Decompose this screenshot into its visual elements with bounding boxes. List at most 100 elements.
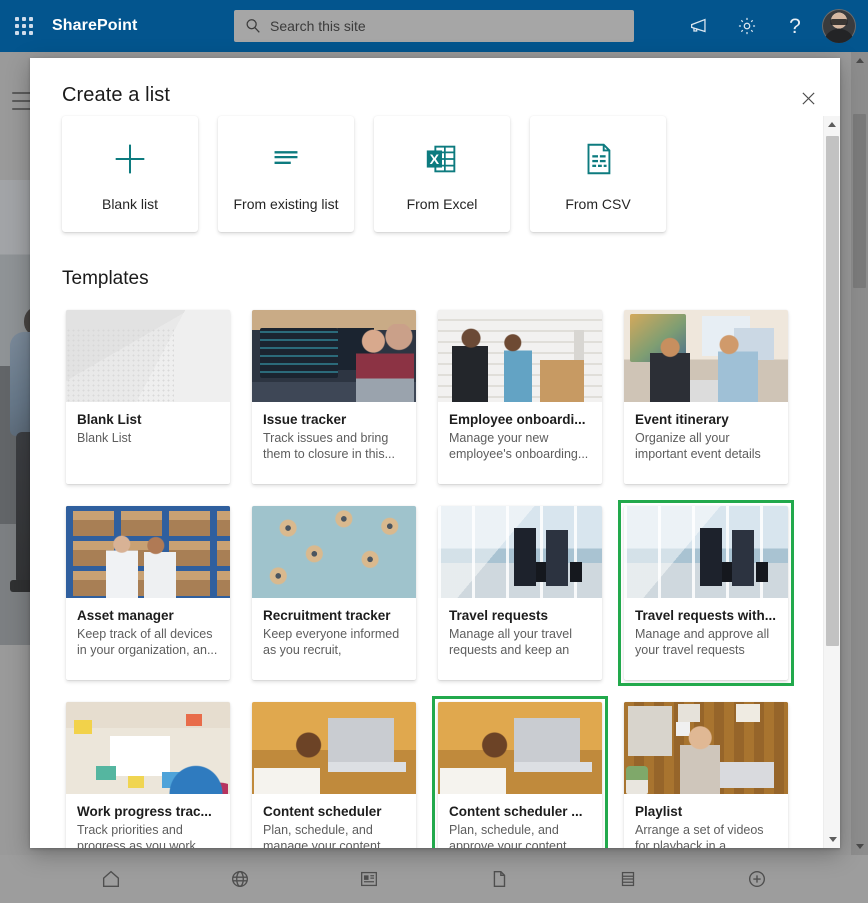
template-card[interactable]: Travel requests with... Manage and approv…	[624, 506, 788, 680]
page-scrollbar[interactable]	[851, 52, 868, 855]
template-cell[interactable]: Event itinerary Organize all your importa…	[620, 306, 792, 488]
avatar[interactable]	[822, 9, 856, 43]
help-glyph: ?	[789, 14, 801, 38]
template-cell[interactable]: Issue tracker Track issues and bring them…	[248, 306, 420, 488]
source-from-existing-list[interactable]: From existing list	[218, 116, 354, 232]
template-cell[interactable]: Employee onboardi... Manage your new empl…	[434, 306, 606, 488]
template-cell[interactable]: Content scheduler ... Plan, schedule, and…	[432, 696, 608, 848]
template-cell[interactable]: Blank List Blank List	[62, 306, 234, 488]
template-name: Content scheduler ...	[449, 804, 583, 819]
source-blank-list-label: Blank list	[101, 196, 159, 212]
megaphone-icon[interactable]	[678, 4, 720, 48]
dialog-scrollbar[interactable]	[823, 116, 840, 848]
template-thumbnail-image	[66, 702, 230, 794]
template-thumbnail-image	[624, 310, 788, 402]
template-text: Asset manager Keep track of all devices i…	[66, 598, 230, 658]
source-from-excel[interactable]: X From Excel	[374, 116, 510, 232]
template-name: Travel requests	[449, 608, 549, 623]
app-root: SharePoint Search this site ? Create a l…	[0, 0, 868, 903]
source-blank-list[interactable]: Blank list	[62, 116, 198, 232]
source-from-csv[interactable]: From CSV	[530, 116, 666, 232]
template-description: Plan, schedule, and approve your content…	[449, 823, 577, 848]
template-name: Work progress trac...	[77, 804, 212, 819]
template-thumbnail-image	[252, 506, 416, 598]
template-card[interactable]: Event itinerary Organize all your importa…	[624, 310, 788, 484]
globe-icon[interactable]	[221, 860, 259, 898]
template-card[interactable]: Issue tracker Track issues and bring them…	[252, 310, 416, 484]
templates-heading: Templates	[62, 268, 149, 289]
template-card[interactable]: Recruitment tracker Keep everyone informe…	[252, 506, 416, 680]
template-thumbnail-image	[438, 310, 602, 402]
template-card[interactable]: Content scheduler ... Plan, schedule, and…	[438, 702, 602, 848]
template-cell[interactable]: Asset manager Keep track of all devices i…	[62, 502, 234, 684]
template-card[interactable]: Playlist Arrange a set of videos for play…	[624, 702, 788, 848]
news-icon[interactable]	[350, 860, 388, 898]
csv-icon	[579, 138, 617, 180]
template-thumbnail-image	[252, 310, 416, 402]
template-name: Event itinerary	[635, 412, 729, 427]
template-name: Recruitment tracker	[263, 608, 391, 623]
template-card[interactable]: Employee onboardi... Manage your new empl…	[438, 310, 602, 484]
template-description: Keep track of all devices in your organi…	[77, 627, 218, 657]
dialog-header: Create a list	[30, 58, 840, 114]
template-thumbnail-image	[252, 702, 416, 794]
page-scroll-thumb[interactable]	[853, 114, 866, 288]
help-icon[interactable]: ?	[774, 4, 816, 48]
template-cell[interactable]: Content scheduler Plan, schedule, and man…	[248, 698, 420, 848]
page-icon[interactable]	[480, 860, 518, 898]
template-description: Organize all your important event detail…	[635, 431, 761, 463]
template-cell[interactable]: Travel requests Manage all your travel re…	[434, 502, 606, 684]
template-card[interactable]: Asset manager Keep track of all devices i…	[66, 506, 230, 680]
sharepoint-brand-link[interactable]: SharePoint	[52, 17, 137, 35]
template-card[interactable]: Travel requests Manage all your travel re…	[438, 506, 602, 680]
template-cell[interactable]: Travel requests with... Manage and approv…	[618, 500, 794, 686]
page-scroll-down-arrow[interactable]	[851, 838, 868, 855]
close-icon[interactable]	[792, 82, 824, 114]
template-description: Manage all your travel requests and keep…	[449, 627, 572, 659]
template-description: Track issues and bring them to closure i…	[263, 431, 396, 461]
dialog-scroll-thumb[interactable]	[826, 136, 839, 646]
template-text: Playlist Arrange a set of videos for play…	[624, 794, 788, 848]
gear-icon[interactable]	[726, 4, 768, 48]
template-thumbnail-image	[624, 506, 788, 598]
search-placeholder-text: Search this site	[270, 18, 366, 34]
template-text: Travel requests with... Manage and approv…	[624, 598, 788, 659]
template-name: Blank List	[77, 412, 142, 427]
page-scroll-up-arrow[interactable]	[851, 52, 868, 69]
template-name: Issue tracker	[263, 412, 347, 427]
template-text: Recruitment tracker Keep everyone informe…	[252, 598, 416, 659]
template-cell[interactable]: Playlist Arrange a set of videos for play…	[620, 698, 792, 848]
list-source-options: Blank list From existing list X From Exc…	[62, 114, 840, 232]
list-lines-icon	[265, 138, 307, 180]
template-description: Plan, schedule, and manage your content.…	[263, 823, 391, 848]
template-cell[interactable]: Recruitment tracker Keep everyone informe…	[248, 502, 420, 684]
template-description: Manage your new employee's onboarding...	[449, 431, 589, 461]
template-cell[interactable]: Work progress trac... Track priorities an…	[62, 698, 234, 848]
create-a-list-dialog: Create a list Blank list From existing l…	[30, 58, 840, 848]
app-launcher-icon[interactable]	[0, 0, 48, 52]
template-thumbnail-image	[624, 702, 788, 794]
template-thumbnail-image	[66, 506, 230, 598]
template-card[interactable]: Work progress trac... Track priorities an…	[66, 702, 230, 848]
template-text: Content scheduler ... Plan, schedule, and…	[438, 794, 602, 848]
template-description: Arrange a set of videos for playback in …	[635, 823, 764, 848]
search-input[interactable]: Search this site	[234, 10, 634, 42]
list-icon[interactable]	[609, 860, 647, 898]
home-icon[interactable]	[92, 860, 130, 898]
plus-icon	[109, 138, 151, 180]
template-text: Travel requests Manage all your travel re…	[438, 598, 602, 659]
dialog-body: Blank list From existing list X From Exc…	[30, 114, 840, 848]
dialog-scroll-up-arrow[interactable]	[824, 116, 840, 133]
source-from-existing-list-label: From existing list	[233, 196, 339, 212]
template-card[interactable]: Content scheduler Plan, schedule, and man…	[252, 702, 416, 848]
template-name: Travel requests with...	[635, 608, 777, 623]
template-name: Content scheduler	[263, 804, 382, 819]
template-text: Event itinerary Organize all your importa…	[624, 402, 788, 463]
template-card[interactable]: Blank List Blank List	[66, 310, 230, 484]
template-description: Blank List	[77, 431, 132, 445]
bottom-navigation-bar	[0, 855, 868, 903]
template-description: Track priorities and progress as you wor…	[77, 823, 207, 848]
create-icon[interactable]	[738, 860, 776, 898]
svg-text:X: X	[430, 152, 440, 168]
dialog-scroll-down-arrow[interactable]	[824, 831, 840, 848]
